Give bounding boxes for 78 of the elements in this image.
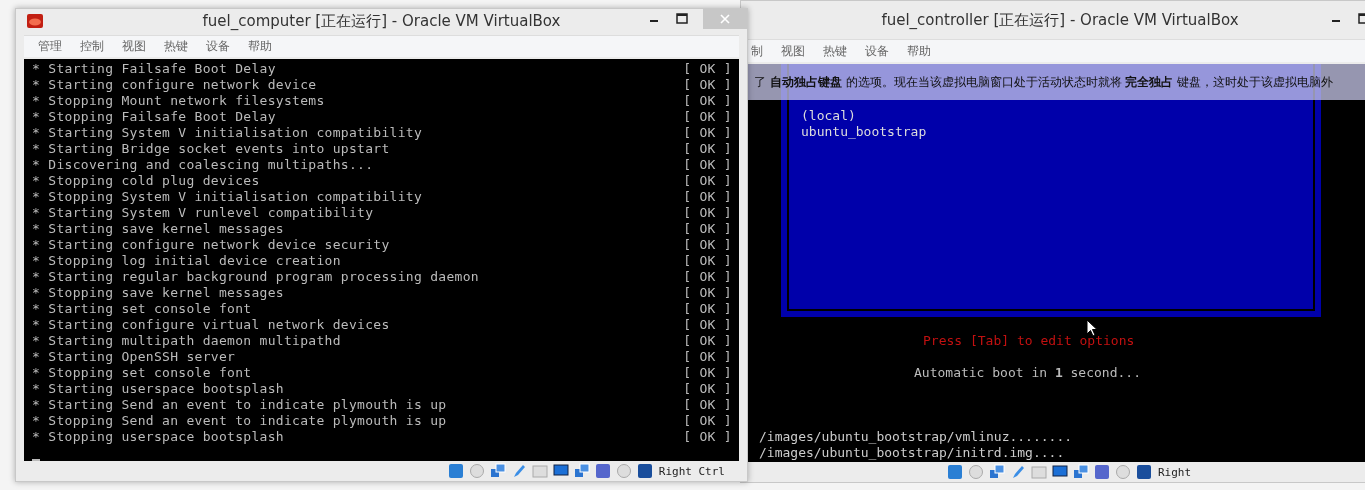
menu-item[interactable]: 管理 [38, 37, 62, 55]
menu-item[interactable]: 热键 [823, 42, 847, 60]
console-line: * Starting regular background program processing daemon [32, 269, 480, 286]
status-text: [ OK ] [683, 93, 732, 110]
boot-hint: Press [Tab] to edit options [923, 333, 1135, 348]
menu-item[interactable]: 帮助 [907, 42, 931, 60]
console-line: * Starting OpenSSH server [32, 349, 237, 366]
console-line: * Starting Failsafe Boot Delay [32, 61, 277, 78]
app-icon [26, 13, 44, 29]
console-line: * Stopping set console font [32, 365, 253, 382]
menu-item[interactable]: 帮助 [248, 37, 272, 55]
text-cursor [32, 459, 40, 462]
status-text: [ OK ] [683, 221, 732, 238]
status-text: [ OK ] [683, 317, 732, 334]
maximize-icon[interactable] [675, 13, 689, 25]
status-text: [ OK ] [683, 301, 732, 318]
console-line: * Stopping cold plug devices [32, 173, 261, 190]
status-text: [ OK ] [683, 109, 732, 126]
console-line: * Starting userspace bootsplash [32, 381, 285, 398]
console-line: * Discovering and coalescing multipaths... [32, 157, 375, 174]
console-line: * Starting multipath daemon multipathd [32, 333, 342, 350]
console-line: * Starting Bridge socket events into upstart [32, 141, 391, 158]
console-line: * Starting configure network device [32, 77, 318, 94]
console-line: * Stopping Send an event to indicate plymouth is up [32, 413, 448, 430]
console-line: * Starting Send an event to indicate plymouth is up [32, 397, 448, 414]
console-line: * Starting System V runlevel compatibility [32, 205, 375, 222]
console-line: /images/ubuntu_bootstrap/vmlinuz........ [759, 429, 1073, 445]
usb-icon[interactable] [1010, 464, 1026, 480]
status-text: [ OK ] [683, 253, 732, 270]
network-icon[interactable] [989, 464, 1005, 480]
menu-item[interactable]: 设备 [206, 37, 230, 55]
console-line: * Stopping save kernel messages [32, 285, 285, 302]
boot-entry[interactable]: ubuntu_bootstrap [801, 124, 927, 140]
console-line: * Stopping userspace bootsplash [32, 429, 285, 446]
status-text: [ OK ] [683, 237, 732, 254]
status-text: [ OK ] [683, 333, 732, 350]
window-title: fuel_controller [正在运行] - Oracle VM VirtualBox [881, 10, 1239, 30]
menu-item[interactable]: 控制 [80, 37, 104, 55]
host-key-label: Right [1158, 465, 1192, 479]
boot-entry[interactable]: (local) [801, 108, 856, 124]
console-line: * Starting System V initialisation compatibility [32, 125, 424, 142]
menu-item[interactable]: 设备 [865, 42, 889, 60]
countdown-text: Automatic boot in 1 second... [914, 365, 1141, 380]
window-title: fuel_computer [正在运行] - Oracle VM VirtualBox [202, 12, 561, 32]
status-text: [ OK ] [683, 397, 732, 414]
menu-item[interactable]: 视图 [122, 37, 146, 55]
network-icon[interactable] [489, 463, 506, 480]
console-line: * Stopping Failsafe Boot Delay [32, 109, 277, 126]
console-line: * Starting save kernel messages [32, 221, 285, 238]
host-key-label: Right Ctrl [658, 464, 725, 478]
console-line: * Stopping log initial device creation [32, 253, 342, 270]
display-icon[interactable] [1052, 464, 1068, 480]
notification-text: 了 自动独占键盘 的选项。现在当该虚拟电脑窗口处于活动状态时就将 完全独占 键盘，这时处于该虚拟电脑外 [754, 73, 1334, 91]
console-line: * Starting configure network device security [32, 237, 391, 254]
status-text: [ OK ] [683, 413, 732, 430]
mouse-pointer-icon [1086, 319, 1098, 337]
status-text: [ OK ] [683, 365, 732, 382]
status-text: [ OK ] [683, 189, 732, 206]
status-text: [ OK ] [683, 381, 732, 398]
menu-item[interactable]: 制 [751, 42, 763, 60]
status-text: [ OK ] [683, 157, 732, 174]
status-text: [ OK ] [683, 173, 732, 190]
console-line: /images/ubuntu_bootstrap/initrd.img.... [759, 445, 1066, 461]
menu-item[interactable]: 热键 [164, 37, 188, 55]
console-line: * Starting configure virtual network devices [32, 317, 391, 334]
console-line: * Starting set console font [32, 301, 253, 318]
status-text: [ OK ] [683, 285, 732, 302]
status-text: [ OK ] [683, 429, 732, 446]
console-line: * Stopping System V initialisation compatibility [32, 189, 424, 206]
status-text: [ OK ] [683, 61, 732, 78]
status-text: [ OK ] [683, 205, 732, 222]
status-text: [ OK ] [683, 125, 732, 142]
console-line: * Stopping Mount network filesystems [32, 93, 326, 110]
status-text: [ OK ] [683, 349, 732, 366]
status-text: [ OK ] [683, 269, 732, 286]
status-text: [ OK ] [683, 141, 732, 158]
status-text: [ OK ] [683, 77, 732, 94]
menu-item[interactable]: 视图 [781, 42, 805, 60]
